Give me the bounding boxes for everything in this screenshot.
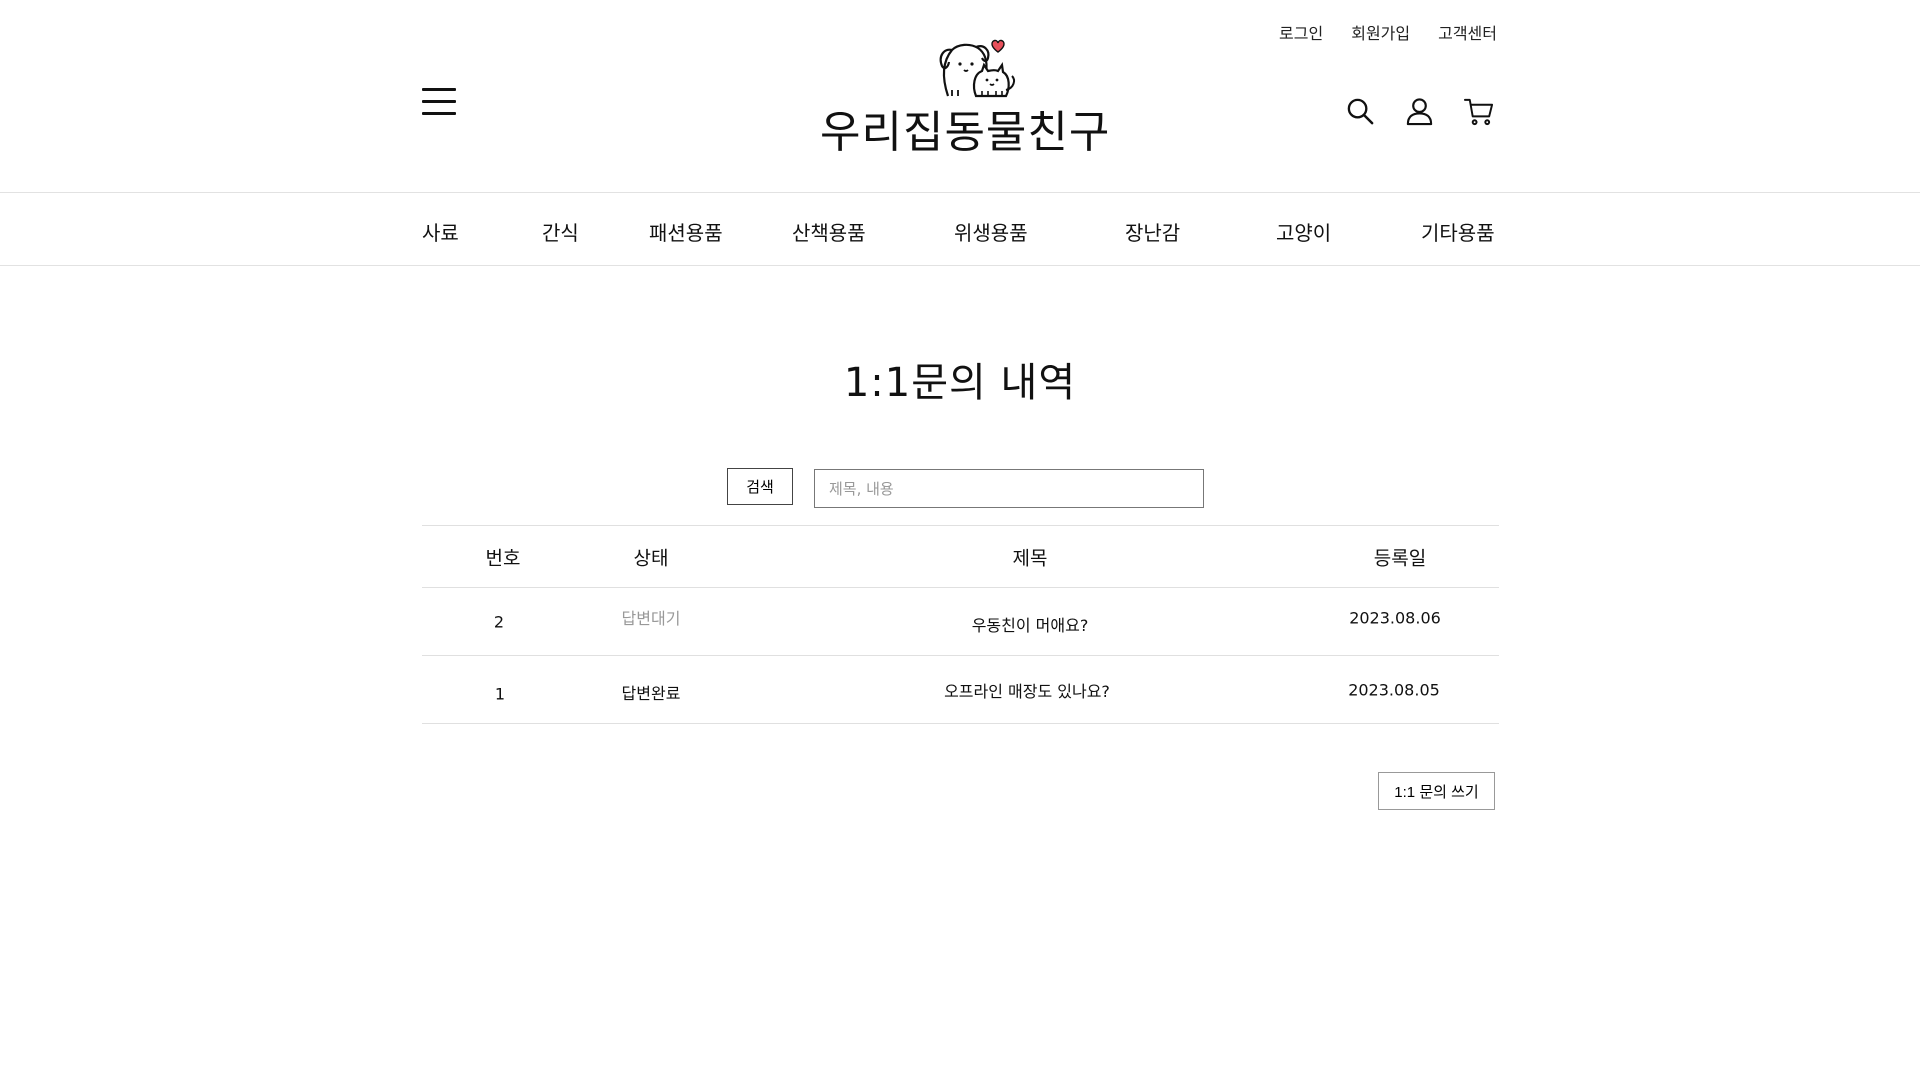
inquiry-table: 번호 상태 제목 등록일 2 답변대기 우동친이 머애요? 2023.08.06… <box>422 525 1499 724</box>
signup-link[interactable]: 회원가입 <box>1351 20 1410 44</box>
nav-item-food[interactable]: 사료 <box>422 217 459 246</box>
search-button[interactable]: 검색 <box>727 468 793 505</box>
nav-item-toys[interactable]: 장난감 <box>1125 217 1180 246</box>
nav-item-walk[interactable]: 산책용품 <box>792 217 866 246</box>
menu-icon[interactable] <box>422 88 456 118</box>
nav-item-hygiene[interactable]: 위생용품 <box>954 217 1028 246</box>
write-inquiry-button[interactable]: 1:1 문의 쓰기 <box>1378 772 1495 810</box>
dog-cat-logo-icon <box>939 39 1015 98</box>
status-badge: 답변대기 <box>621 608 681 628</box>
nav-item-cat[interactable]: 고양이 <box>1276 217 1331 246</box>
logo-text: 우리집동물친구 <box>820 107 1111 158</box>
user-icon[interactable] <box>1404 96 1435 127</box>
row-date: 2023.08.06 <box>1349 608 1441 628</box>
customer-center-link[interactable]: 고객센터 <box>1438 20 1497 44</box>
row-title-link[interactable]: 오프라인 매장도 있나요? <box>944 678 1110 702</box>
search-input[interactable] <box>814 469 1204 508</box>
row-number: 1 <box>494 684 506 704</box>
login-link[interactable]: 로그인 <box>1279 20 1323 44</box>
nav-item-etc[interactable]: 기타용품 <box>1421 217 1495 246</box>
row-title-link[interactable]: 우동친이 머애요? <box>972 612 1089 636</box>
table-row[interactable]: 2 답변대기 우동친이 머애요? 2023.08.06 <box>422 588 1499 656</box>
row-date: 2023.08.05 <box>1348 680 1440 700</box>
column-header-status: 상태 <box>633 547 669 569</box>
row-number: 2 <box>493 612 505 631</box>
category-nav: 사료 간식 패션용품 산책용품 위생용품 장난감 고양이 기타용품 <box>0 192 1920 266</box>
status-badge: 답변완료 <box>621 683 681 703</box>
table-row[interactable]: 1 답변완료 오프라인 매장도 있나요? 2023.08.05 <box>422 656 1499 724</box>
nav-item-fashion[interactable]: 패션용품 <box>649 217 723 246</box>
column-header-title: 제목 <box>1012 547 1048 569</box>
column-header-number: 번호 <box>485 547 521 569</box>
page-title: 1:1문의 내역 <box>843 360 1077 406</box>
column-header-date: 등록일 <box>1373 547 1427 569</box>
header-icons <box>1345 96 1494 127</box>
top-links: 로그인 회원가입 고객센터 <box>1279 20 1497 44</box>
cart-icon[interactable] <box>1463 96 1494 127</box>
site-logo[interactable]: 우리집동물친구 <box>820 38 1110 158</box>
nav-item-snack[interactable]: 간식 <box>542 217 579 246</box>
table-header: 번호 상태 제목 등록일 <box>422 525 1499 588</box>
search-icon[interactable] <box>1345 96 1376 127</box>
